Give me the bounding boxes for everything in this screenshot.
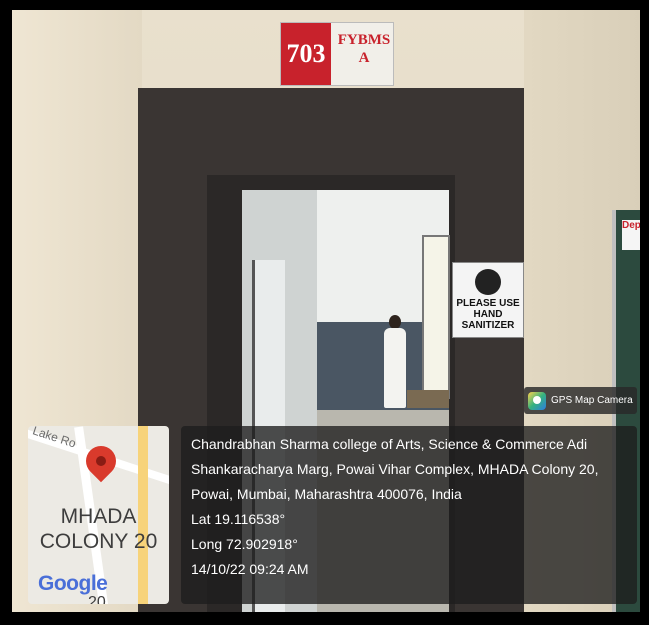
sanitizer-notice-line2: HAND SANITIZER — [461, 309, 515, 331]
address-line-1: Chandrabhan Sharma college of Arts, Scie… — [191, 436, 588, 452]
map-partial-number: 20 — [88, 594, 106, 604]
room-sign: 703 FYBMS A — [280, 22, 394, 86]
room-number: 703 — [281, 23, 331, 85]
person-head — [389, 315, 401, 329]
person — [382, 315, 408, 435]
notice-board-label: Dep — [622, 220, 640, 250]
gps-app-badge: GPS Map Camera — [524, 387, 637, 414]
longitude: Long 72.902918° — [191, 536, 298, 552]
room-class-line2: A — [358, 50, 370, 66]
location-map: Lake Ro MHADA COLONY 20 Google 20 — [28, 426, 169, 604]
photo-frame: 703 FYBMS A PLEASE USE HAND SANITIZER De… — [0, 0, 649, 625]
latitude: Lat 19.116538° — [191, 511, 286, 527]
room-class: FYBMS A — [335, 31, 393, 67]
address-line-3: Powai, Mumbai, Maharashtra 400076, India — [191, 486, 462, 502]
sanitizer-icon — [475, 269, 501, 295]
desk — [407, 390, 449, 408]
gps-map-camera-icon — [528, 391, 546, 410]
sanitizer-notice-line1: PLEASE USE — [456, 298, 520, 309]
window — [422, 235, 450, 399]
gps-app-label: GPS Map Camera — [551, 395, 633, 406]
address-line-2: Shankaracharya Marg, Powai Vihar Complex… — [191, 461, 599, 477]
map-area-label: MHADA COLONY 20 — [28, 504, 169, 554]
google-logo: Google — [38, 572, 108, 595]
timestamp: 14/10/22 09:24 AM — [191, 561, 309, 577]
room-class-line1: FYBMS — [337, 32, 391, 48]
person-body — [384, 328, 406, 408]
map-area-line1: MHADA — [60, 505, 137, 528]
classroom-photo: 703 FYBMS A PLEASE USE HAND SANITIZER De… — [12, 10, 640, 612]
sanitizer-notice: PLEASE USE HAND SANITIZER — [452, 262, 524, 338]
location-info-panel: Chandrabhan Sharma college of Arts, Scie… — [181, 426, 637, 604]
map-area-line2: COLONY 20 — [39, 530, 158, 553]
